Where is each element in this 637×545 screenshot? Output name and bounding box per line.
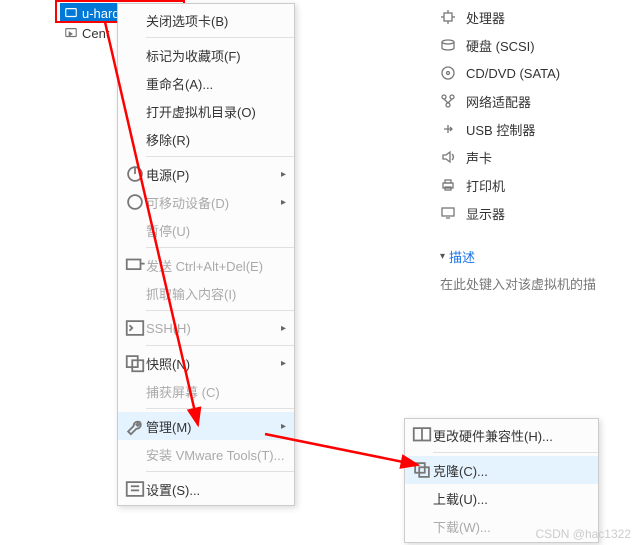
menu-open-dir[interactable]: 打开虚拟机目录(O)	[118, 97, 294, 125]
menu-pause: 暂停(U)	[118, 216, 294, 244]
blank-icon	[124, 47, 146, 63]
menu-separator	[146, 37, 294, 38]
cd-icon	[440, 65, 458, 81]
section-title: 描述	[449, 247, 475, 266]
menu-close-tab[interactable]: 关闭选项卡(B)	[118, 6, 294, 34]
hw-label: USB 控制器	[466, 120, 535, 139]
disk-icon	[440, 37, 458, 53]
submenu-compat[interactable]: 更改硬件兼容性(H)...	[405, 421, 598, 449]
blank-icon	[124, 103, 146, 119]
power-icon	[124, 166, 146, 182]
chevron-right-icon: ▸	[276, 197, 286, 208]
hw-usb[interactable]: USB 控制器	[440, 115, 635, 143]
menu-rename[interactable]: 重命名(A)...	[118, 69, 294, 97]
menu-separator	[433, 452, 598, 453]
printer-icon	[440, 177, 458, 193]
sound-icon	[440, 149, 458, 165]
vm-icon	[64, 26, 78, 40]
vm-icon	[64, 6, 78, 20]
watermark: CSDN @hac1322	[535, 527, 631, 541]
chevron-right-icon: ▸	[276, 323, 286, 334]
chevron-right-icon: ▸	[276, 421, 286, 432]
hw-label: 打印机	[466, 176, 505, 195]
hw-cd[interactable]: CD/DVD (SATA)	[440, 59, 635, 87]
blank-icon	[124, 131, 146, 147]
hw-label: 处理器	[466, 8, 505, 27]
submenu-clone[interactable]: 克隆(C)...	[405, 456, 598, 484]
terminal-icon	[124, 320, 146, 336]
menu-separator	[146, 156, 294, 157]
menu-send-cad: 发送 Ctrl+Alt+Del(E)	[118, 251, 294, 279]
clone-icon	[411, 462, 433, 478]
menu-separator	[146, 471, 294, 472]
hw-cpu[interactable]: 处理器	[440, 3, 635, 31]
menu-separator	[146, 310, 294, 311]
hw-printer[interactable]: 打印机	[440, 171, 635, 199]
menu-separator	[146, 247, 294, 248]
blank-icon	[124, 222, 146, 238]
hw-label: 网络适配器	[466, 92, 531, 111]
hw-label: 硬盘 (SCSI)	[466, 36, 535, 55]
blank-icon	[124, 446, 146, 462]
send-icon	[124, 257, 146, 273]
display-icon	[440, 205, 458, 221]
menu-snapshot[interactable]: 快照(N) ▸	[118, 349, 294, 377]
menu-settings[interactable]: 设置(S)...	[118, 475, 294, 503]
description-placeholder[interactable]: 在此处键入对该虚拟机的描	[440, 274, 635, 293]
wrench-icon	[124, 418, 146, 434]
menu-manage[interactable]: 管理(M) ▸	[118, 412, 294, 440]
network-icon	[440, 93, 458, 109]
vm-context-menu: 关闭选项卡(B) 标记为收藏项(F) 重命名(A)... 打开虚拟机目录(O) …	[117, 3, 295, 506]
menu-separator	[146, 408, 294, 409]
compat-icon	[411, 427, 433, 443]
hw-display[interactable]: 显示器	[440, 199, 635, 227]
blank-icon	[124, 285, 146, 301]
menu-capture: 捕获屏幕 (C)	[118, 377, 294, 405]
blank-icon	[124, 383, 146, 399]
hardware-panel: 处理器 硬盘 (SCSI) CD/DVD (SATA) 网络适配器 USB 控制…	[440, 3, 635, 293]
tree-item-label: Cent	[82, 26, 109, 41]
cpu-icon	[440, 9, 458, 25]
tree-item-label: u-hard	[82, 6, 120, 21]
tree-item-uhard[interactable]: u-hard	[60, 3, 124, 23]
menu-ssh: SSH(H) ▸	[118, 314, 294, 342]
manage-submenu: 更改硬件兼容性(H)... 克隆(C)... 上载(U)... 下载(W)...	[404, 418, 599, 543]
chevron-right-icon: ▸	[276, 358, 286, 369]
blank-icon	[411, 518, 433, 534]
blank-icon	[411, 490, 433, 506]
submenu-upload[interactable]: 上载(U)...	[405, 484, 598, 512]
snapshot-icon	[124, 355, 146, 371]
menu-remove[interactable]: 移除(R)	[118, 125, 294, 153]
hw-label: CD/DVD (SATA)	[466, 66, 560, 81]
hw-sound[interactable]: 声卡	[440, 143, 635, 171]
hw-label: 显示器	[466, 204, 505, 223]
chevron-down-icon: ▾	[440, 251, 445, 262]
usb-icon	[440, 121, 458, 137]
settings-icon	[124, 481, 146, 497]
hw-label: 声卡	[466, 148, 492, 167]
vm-tree: u-hard Cent	[60, 3, 124, 43]
hw-disk[interactable]: 硬盘 (SCSI)	[440, 31, 635, 59]
blank-icon	[124, 12, 146, 28]
menu-power[interactable]: 电源(P) ▸	[118, 160, 294, 188]
menu-grab-input: 抓取输入内容(I)	[118, 279, 294, 307]
menu-install-tools: 安装 VMware Tools(T)...	[118, 440, 294, 468]
blank-icon	[124, 75, 146, 91]
description-header[interactable]: ▾ 描述	[440, 247, 635, 266]
chevron-right-icon: ▸	[276, 169, 286, 180]
menu-removable: 可移动设备(D) ▸	[118, 188, 294, 216]
device-icon	[124, 194, 146, 210]
hw-net[interactable]: 网络适配器	[440, 87, 635, 115]
menu-favorite[interactable]: 标记为收藏项(F)	[118, 41, 294, 69]
menu-separator	[146, 345, 294, 346]
tree-item-centos[interactable]: Cent	[60, 23, 124, 43]
